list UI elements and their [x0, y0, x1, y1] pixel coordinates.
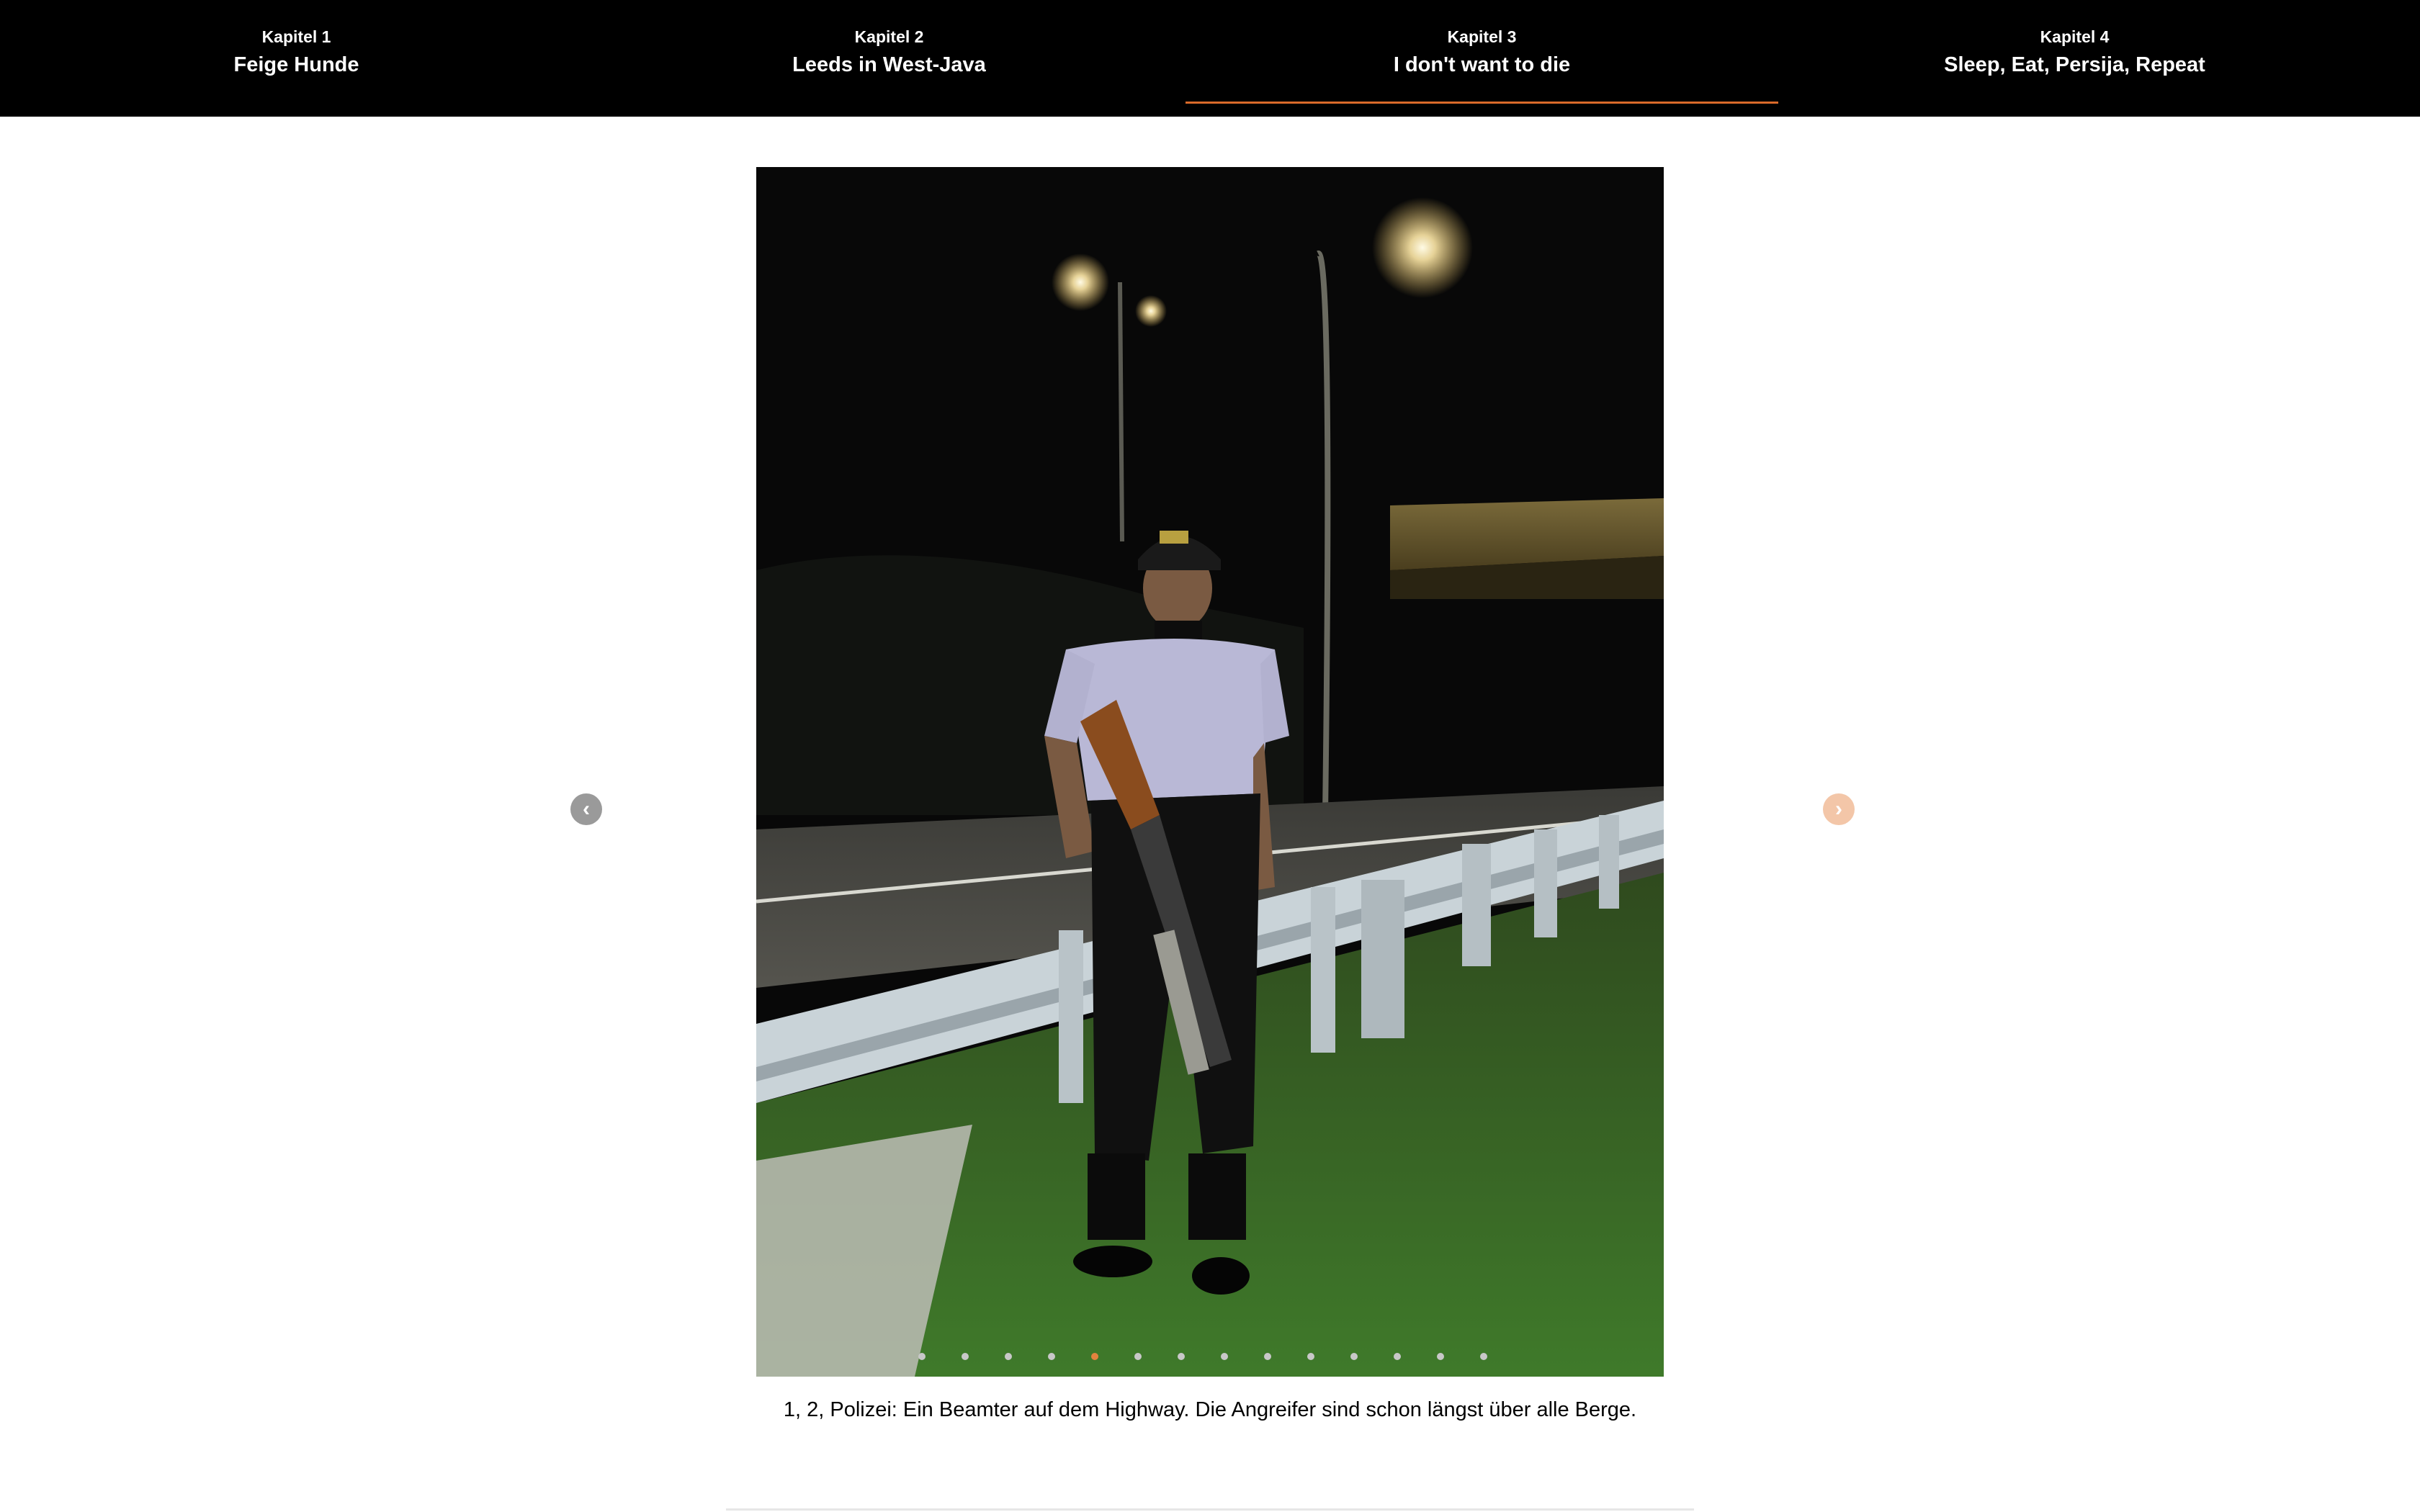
pagination-dot-6[interactable] [1134, 1353, 1142, 1360]
chapter-tab-1[interactable]: Kapitel 1 Feige Hunde [0, 0, 593, 117]
chapter-number: Kapitel 4 [2040, 27, 2110, 46]
pagination-dot-8[interactable] [1221, 1353, 1228, 1360]
pagination-dot-14[interactable] [1480, 1353, 1487, 1360]
chapter-number: Kapitel 3 [1447, 27, 1517, 46]
pagination-dot-7[interactable] [1178, 1353, 1185, 1360]
slide-pagination [918, 1353, 1487, 1367]
pagination-dot-4[interactable] [1048, 1353, 1055, 1360]
prev-slide-button[interactable]: ‹ [570, 793, 602, 825]
chapter-tab-3[interactable]: Kapitel 3 I don't want to die [1186, 0, 1778, 117]
pagination-dot-13[interactable] [1437, 1353, 1444, 1360]
chapter-number: Kapitel 2 [854, 27, 924, 46]
active-chapter-indicator [1186, 102, 1778, 104]
chapter-title: Sleep, Eat, Persija, Repeat [1944, 53, 2205, 76]
divider [726, 1508, 1694, 1511]
chapter-title: I don't want to die [1393, 53, 1571, 76]
photo-slider: ‹ › 1, 2, Polizei: Ein Beamter auf dem H… [0, 117, 2420, 1512]
chevron-right-icon: › [1835, 797, 1842, 821]
pagination-dot-5[interactable] [1091, 1353, 1098, 1360]
pagination-dot-3[interactable] [1005, 1353, 1012, 1360]
slide-photo [756, 167, 1664, 1377]
pagination-dot-12[interactable] [1394, 1353, 1401, 1360]
chevron-left-icon: ‹ [583, 797, 590, 821]
chapter-tab-4[interactable]: Kapitel 4 Sleep, Eat, Persija, Repeat [1778, 0, 2371, 117]
slide-caption: 1, 2, Polizei: Ein Beamter auf dem Highw… [783, 1398, 1637, 1421]
chapter-number: Kapitel 1 [261, 27, 331, 46]
pagination-dot-10[interactable] [1307, 1353, 1314, 1360]
chapter-nav: Kapitel 1 Feige Hunde Kapitel 2 Leeds in… [0, 0, 2420, 117]
pagination-dot-11[interactable] [1350, 1353, 1358, 1360]
next-slide-button[interactable]: › [1823, 793, 1855, 825]
pagination-dot-2[interactable] [962, 1353, 969, 1360]
chapter-tab-2[interactable]: Kapitel 2 Leeds in West-Java [593, 0, 1186, 117]
chapter-title: Feige Hunde [233, 53, 359, 76]
pagination-dot-9[interactable] [1264, 1353, 1271, 1360]
pagination-dot-1[interactable] [918, 1353, 926, 1360]
chapter-title: Leeds in West-Java [792, 53, 986, 76]
